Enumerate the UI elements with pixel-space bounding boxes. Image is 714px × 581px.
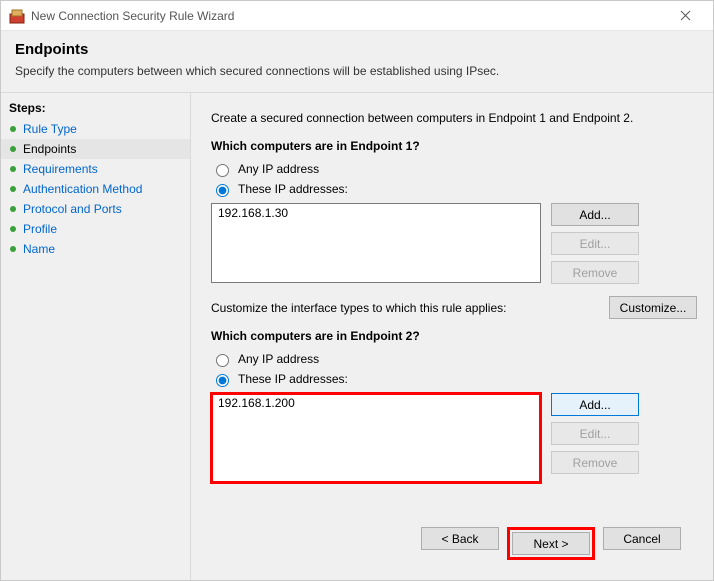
- list-item[interactable]: 192.168.1.30: [218, 206, 534, 220]
- ep2-question: Which computers are in Endpoint 2?: [211, 329, 697, 343]
- page-subtitle: Specify the computers between which secu…: [15, 64, 699, 78]
- main-panel: Create a secured connection between comp…: [191, 93, 713, 580]
- ep1-remove-button: Remove: [551, 261, 639, 284]
- back-button[interactable]: < Back: [421, 527, 499, 550]
- ep1-any-radio-row[interactable]: Any IP address: [211, 161, 697, 177]
- ep1-these-radio-row[interactable]: These IP addresses:: [211, 181, 697, 197]
- bullet-icon: [9, 145, 17, 153]
- step-link[interactable]: Authentication Method: [23, 182, 142, 196]
- ep1-listbox[interactable]: 192.168.1.30: [211, 203, 541, 283]
- ep1-question: Which computers are in Endpoint 1?: [211, 139, 697, 153]
- body: Steps: Rule Type Endpoints Requirements …: [1, 93, 713, 580]
- ep2-these-radio[interactable]: [216, 374, 229, 387]
- ep2-remove-button: Remove: [551, 451, 639, 474]
- cancel-button[interactable]: Cancel: [603, 527, 681, 550]
- bullet-icon: [9, 245, 17, 253]
- bullet-icon: [9, 185, 17, 193]
- bullet-icon: [9, 125, 17, 133]
- customize-row: Customize the interface types to which t…: [211, 296, 697, 319]
- step-endpoints[interactable]: Endpoints: [1, 139, 190, 159]
- ep1-any-label: Any IP address: [238, 162, 319, 176]
- list-item[interactable]: 192.168.1.200: [218, 396, 534, 410]
- wizard-window: New Connection Security Rule Wizard Endp…: [0, 0, 714, 581]
- app-icon: [9, 8, 25, 24]
- step-link[interactable]: Profile: [23, 222, 57, 236]
- intro-text: Create a secured connection between comp…: [211, 111, 697, 125]
- ep2-group: 192.168.1.200 Add... Edit... Remove: [211, 393, 697, 483]
- ep2-add-button[interactable]: Add...: [551, 393, 639, 416]
- window-title: New Connection Security Rule Wizard: [31, 9, 665, 23]
- ep1-these-radio[interactable]: [216, 184, 229, 197]
- step-link[interactable]: Requirements: [23, 162, 98, 176]
- close-icon[interactable]: [665, 1, 705, 31]
- ep2-listbox[interactable]: 192.168.1.200: [211, 393, 541, 483]
- step-auth-method[interactable]: Authentication Method: [1, 179, 190, 199]
- ep2-any-label: Any IP address: [238, 352, 319, 366]
- page-title: Endpoints: [15, 41, 699, 58]
- step-link[interactable]: Name: [23, 242, 55, 256]
- titlebar: New Connection Security Rule Wizard: [1, 1, 713, 31]
- steps-label: Steps:: [1, 99, 190, 119]
- ep1-these-label: These IP addresses:: [238, 182, 348, 196]
- ep2-edit-button: Edit...: [551, 422, 639, 445]
- ep2-buttons: Add... Edit... Remove: [551, 393, 639, 474]
- ep1-add-button[interactable]: Add...: [551, 203, 639, 226]
- page-header: Endpoints Specify the computers between …: [1, 31, 713, 93]
- step-label: Endpoints: [23, 142, 76, 156]
- steps-sidebar: Steps: Rule Type Endpoints Requirements …: [1, 93, 191, 580]
- next-button-highlight: Next >: [507, 527, 595, 560]
- step-name[interactable]: Name: [1, 239, 190, 259]
- ep2-these-radio-row[interactable]: These IP addresses:: [211, 371, 697, 387]
- ep1-buttons: Add... Edit... Remove: [551, 203, 639, 284]
- ep1-any-radio[interactable]: [216, 164, 229, 177]
- customize-button[interactable]: Customize...: [609, 296, 697, 319]
- footer: < Back Next > Cancel: [211, 517, 697, 570]
- ep2-any-radio[interactable]: [216, 354, 229, 367]
- bullet-icon: [9, 205, 17, 213]
- step-protocol-ports[interactable]: Protocol and Ports: [1, 199, 190, 219]
- step-link[interactable]: Rule Type: [23, 122, 77, 136]
- step-profile[interactable]: Profile: [1, 219, 190, 239]
- ep2-any-radio-row[interactable]: Any IP address: [211, 351, 697, 367]
- step-rule-type[interactable]: Rule Type: [1, 119, 190, 139]
- step-link[interactable]: Protocol and Ports: [23, 202, 122, 216]
- next-button[interactable]: Next >: [512, 532, 590, 555]
- bullet-icon: [9, 225, 17, 233]
- ep1-group: 192.168.1.30 Add... Edit... Remove: [211, 203, 697, 284]
- customize-text: Customize the interface types to which t…: [211, 301, 599, 315]
- bullet-icon: [9, 165, 17, 173]
- step-requirements[interactable]: Requirements: [1, 159, 190, 179]
- ep1-edit-button: Edit...: [551, 232, 639, 255]
- ep2-these-label: These IP addresses:: [238, 372, 348, 386]
